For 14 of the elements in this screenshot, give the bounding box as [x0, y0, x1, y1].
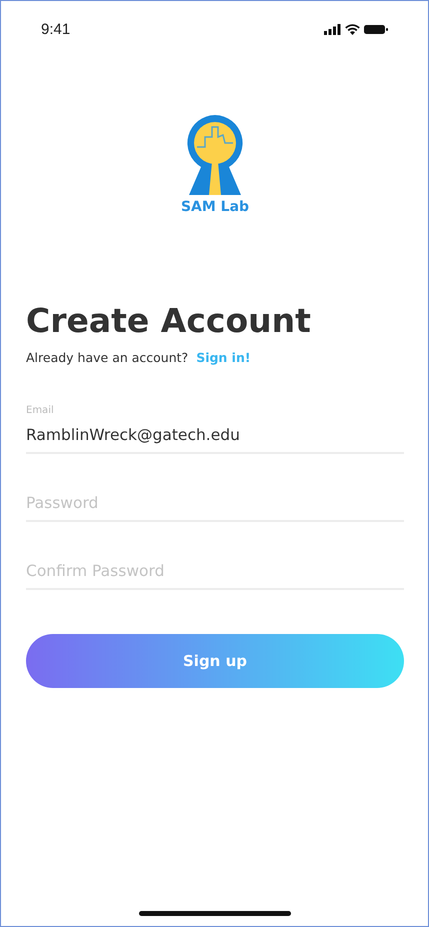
input-field[interactable]: Confirm Password	[26, 556, 404, 590]
signup-button[interactable]: Sign up	[26, 634, 404, 688]
page-title: Create Account	[26, 301, 312, 340]
logo-caption: SAM Lab	[180, 199, 250, 215]
signin-link[interactable]: Sign in!	[196, 350, 251, 365]
logo-icon	[185, 115, 245, 195]
signin-prompt: Already have an account?	[26, 350, 188, 365]
field-label: Email	[26, 405, 55, 416]
status-time: 9:41	[41, 20, 70, 38]
battery-icon	[364, 24, 388, 34]
input-field[interactable]: RamblinWreck@gatech.edu	[26, 420, 404, 454]
signal-icon	[324, 24, 341, 34]
input-field[interactable]: Password	[26, 488, 404, 522]
wifi-icon	[345, 24, 360, 34]
